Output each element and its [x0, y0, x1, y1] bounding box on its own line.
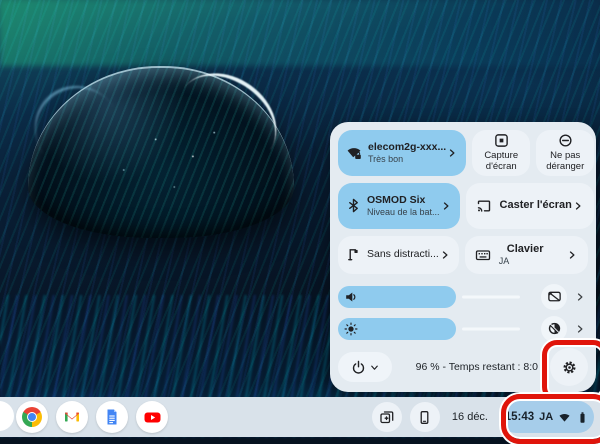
battery-status-text: 96 % - Temps restant : 8:0	[416, 361, 538, 373]
brightness-slider[interactable]	[338, 318, 520, 340]
wifi-lock-icon	[346, 145, 362, 161]
quick-settings-row-2: OSMOD Six Niveau de la bat... Caster l'é…	[338, 183, 588, 229]
volume-slider-remainder	[462, 295, 520, 298]
battery-status-icon	[576, 411, 589, 424]
bluetooth-tile[interactable]: OSMOD Six Niveau de la bat...	[338, 183, 460, 229]
shelf-apps	[16, 401, 168, 433]
cast-icon	[476, 198, 492, 214]
keyboard-icon	[475, 247, 491, 263]
screen-capture-shelf-button[interactable]	[372, 402, 402, 432]
brightness-icon	[344, 322, 358, 336]
chevron-right-icon	[440, 200, 452, 212]
phone-icon	[417, 410, 432, 425]
clock-text: 15:43	[505, 411, 534, 423]
bluetooth-battery-level: Niveau de la bat...	[367, 207, 440, 218]
bluetooth-device-name: OSMOD Six	[367, 194, 440, 207]
docs-app-button[interactable]	[96, 401, 128, 433]
cast-screen-label: Caster l'écran	[500, 199, 572, 213]
settings-button[interactable]	[550, 348, 588, 386]
wifi-status-icon	[558, 411, 571, 424]
gmail-icon	[63, 408, 81, 426]
cast-screen-tile[interactable]: Caster l'écran	[466, 183, 594, 229]
screenshot-icon	[494, 133, 509, 148]
chevron-right-icon	[446, 147, 458, 159]
volume-slider[interactable]	[338, 286, 520, 308]
launcher-button[interactable]	[0, 401, 14, 431]
input-method-badge: JA	[539, 411, 553, 423]
keyboard-tile-text: Clavier JA	[499, 243, 544, 268]
screen-capture-icon	[379, 409, 395, 425]
wifi-tile-text: elecom2g-xxx... Très bon	[368, 141, 446, 165]
docs-icon	[103, 408, 121, 426]
volume-slider-row	[338, 286, 588, 308]
chevron-right-icon	[439, 249, 451, 261]
do-not-disturb-icon	[558, 133, 573, 148]
wifi-signal-quality: Très bon	[368, 154, 446, 165]
focus-mode-label: Sans distracti...	[367, 248, 439, 261]
brightness-slider-remainder	[462, 327, 520, 330]
live-caption-toggle-button[interactable]	[541, 284, 567, 310]
quick-settings-row-3: Sans distracti... Clavier JA	[338, 236, 588, 274]
chrome-icon	[22, 407, 42, 427]
date-text: 16 déc.	[452, 411, 488, 423]
screen-capture-label: Capture d'écran	[472, 151, 530, 173]
night-light-toggle-button[interactable]	[541, 316, 567, 342]
audio-settings-chevron-icon[interactable]	[574, 291, 586, 303]
volume-icon	[344, 290, 358, 304]
bluetooth-tile-text: OSMOD Six Niveau de la bat...	[367, 194, 440, 218]
bluetooth-icon	[346, 198, 361, 213]
power-icon	[351, 360, 366, 375]
power-menu-button[interactable]	[338, 352, 392, 382]
status-tray[interactable]: 15:43 JA	[500, 401, 594, 433]
keyboard-label: Clavier	[507, 243, 544, 257]
settings-gear-icon	[561, 359, 578, 376]
volume-slider-fill	[338, 286, 456, 308]
screen-capture-tile[interactable]: Capture d'écran	[472, 130, 530, 176]
keyboard-layout: JA	[499, 256, 544, 267]
chrome-app-button[interactable]	[16, 401, 48, 433]
keyboard-tile[interactable]: Clavier JA	[465, 236, 588, 274]
shelf: 16 déc. 15:43 JA	[0, 397, 600, 437]
quick-settings-row-1: elecom2g-xxx... Très bon Capture d'écran	[338, 130, 588, 176]
youtube-icon	[143, 408, 162, 427]
brightness-slider-row	[338, 318, 588, 340]
brightness-slider-fill	[338, 318, 456, 340]
youtube-app-button[interactable]	[136, 401, 168, 433]
shelf-status-area: 16 déc. 15:43 JA	[372, 401, 600, 433]
wifi-tile[interactable]: elecom2g-xxx... Très bon	[338, 130, 466, 176]
phone-hub-button[interactable]	[410, 402, 440, 432]
chevron-down-icon	[369, 362, 380, 373]
water-droplet	[28, 66, 294, 238]
gmail-app-button[interactable]	[56, 401, 88, 433]
caption-off-icon	[547, 289, 562, 304]
quick-settings-footer: 96 % - Temps restant : 8:0	[338, 350, 588, 384]
chevron-right-icon	[572, 200, 584, 212]
focus-mode-tile[interactable]: Sans distracti...	[338, 236, 459, 274]
chevron-right-icon	[566, 249, 578, 261]
sans-distraction-icon	[346, 247, 361, 262]
display-settings-chevron-icon[interactable]	[574, 323, 586, 335]
night-light-off-icon	[547, 321, 562, 336]
do-not-disturb-label: Ne pas déranger	[536, 151, 594, 173]
quick-settings-panel: elecom2g-xxx... Très bon Capture d'écran	[330, 122, 596, 392]
wifi-network-name: elecom2g-xxx...	[368, 141, 446, 154]
do-not-disturb-tile[interactable]: Ne pas déranger	[536, 130, 594, 176]
